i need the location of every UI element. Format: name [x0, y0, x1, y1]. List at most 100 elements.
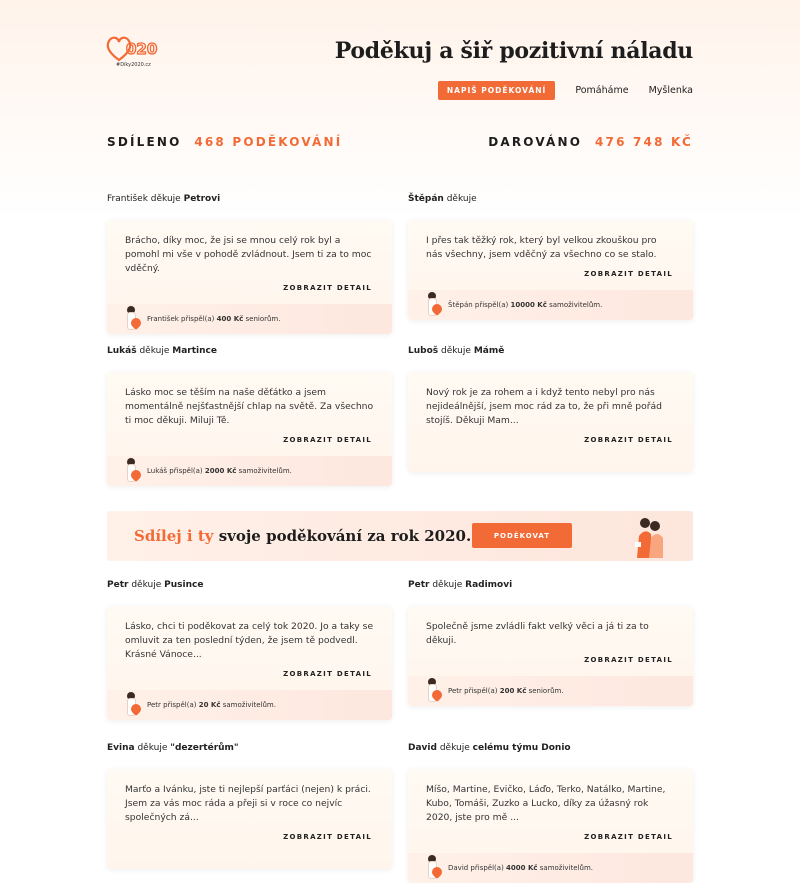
donation-text: Štěpán přispěl(a) 10000 Kč samoživitelům…	[448, 301, 603, 309]
page-title: Poděkuj a šiř pozitivní náladu	[334, 38, 694, 64]
recipient-name: Petrovi	[183, 194, 221, 204]
thanks-card[interactable]: Marťo a Ivánku, jste ti nejlepší parťáci…	[107, 769, 392, 869]
donation-text: František přispěl(a) 400 Kč seniorům.	[147, 315, 281, 323]
card-header: Petr děkuje Pusince	[107, 580, 392, 594]
card-header: František děkuje Petrovi	[107, 194, 392, 208]
card-header: Štěpán děkuje	[408, 194, 693, 208]
verb: děkuje	[137, 743, 168, 753]
verb: děkuje	[131, 580, 162, 590]
verb: děkuje	[150, 194, 181, 204]
author-name: David	[408, 743, 437, 753]
recipient-name: Martince	[172, 346, 217, 356]
verb: děkuje	[446, 194, 477, 204]
main-nav: NAPIŠ PODĚKOVÁNÍ Pomáháme Myšlenka	[437, 81, 693, 100]
donation-footer: František přispěl(a) 400 Kč seniorům.	[107, 304, 392, 334]
write-thanks-button[interactable]: NAPIŠ PODĚKOVÁNÍ	[437, 81, 556, 100]
verb: děkuje	[139, 346, 170, 356]
author-name: Petr	[408, 580, 430, 590]
donor-illustration-icon	[408, 290, 448, 320]
thanks-card[interactable]: Nový rok je za rohem a i když tento neby…	[408, 372, 693, 472]
donation-footer: David přispěl(a) 4000 Kč samoživitelům.	[408, 853, 693, 883]
recipient-name: celému týmu Donio	[472, 743, 571, 753]
logo-caption: #Díky2020.cz	[116, 62, 151, 68]
verb: děkuje	[432, 580, 463, 590]
show-detail-link[interactable]: ZOBRAZIT DETAIL	[408, 825, 693, 847]
recipient-name: Mámě	[473, 346, 505, 356]
shared-value: 468 PODĚKOVÁNÍ	[194, 135, 343, 149]
donation-text: Petr přispěl(a) 20 Kč samoživitelům.	[147, 701, 276, 709]
thanks-card-block: Evina děkuje "dezertérům" Marťo a Ivánku…	[107, 743, 392, 869]
thanks-card-block: Petr děkuje Pusince Lásko, chci ti poděk…	[107, 580, 392, 720]
donation-footer: Petr přispěl(a) 20 Kč samoživitelům.	[107, 690, 392, 720]
card-message: Lásko, chci ti poděkovat za celý tok 202…	[125, 621, 374, 660]
card-message: Míšo, Martine, Evičko, Láďo, Terko, Natá…	[426, 784, 666, 823]
thanks-card-block: David děkuje celému týmu Donio Míšo, Mar…	[408, 743, 693, 883]
card-message: Marťo a Ivánku, jste ti nejlepší parťáci…	[125, 784, 371, 823]
recipient-name: Radimovi	[465, 580, 513, 590]
card-message: Nový rok je za rohem a i když tento neby…	[426, 387, 662, 426]
show-detail-link[interactable]: ZOBRAZIT DETAIL	[408, 262, 693, 284]
shared-label: SDÍLENO	[107, 135, 182, 149]
show-detail-link[interactable]: ZOBRAZIT DETAIL	[107, 276, 392, 298]
donor-illustration-icon	[107, 304, 147, 334]
donor-illustration-icon	[408, 676, 448, 706]
thank-button[interactable]: PODĚKOVAT	[472, 523, 572, 548]
author-name: Petr	[107, 580, 129, 590]
thanks-card[interactable]: Lásko moc se těším na naše děťátko a jse…	[107, 372, 392, 486]
card-message: I přes tak těžký rok, který byl velkou z…	[426, 235, 657, 260]
show-detail-link[interactable]: ZOBRAZIT DETAIL	[107, 825, 392, 847]
donated-value: 476 748 KČ	[594, 135, 693, 149]
card-message: Brácho, díky moc, že jsi se mnou celý ro…	[125, 235, 372, 274]
card-header: David děkuje celému týmu Donio	[408, 743, 693, 757]
nav-link-myslenka[interactable]: Myšlenka	[649, 85, 693, 96]
thanks-card-block: Štěpán děkuje I přes tak těžký rok, kter…	[408, 194, 693, 320]
stats-bar: SDÍLENO 468 PODĚKOVÁNÍ DAROVÁNO 476 748 …	[107, 135, 693, 149]
donated-stat: DAROVÁNO 476 748 KČ	[488, 135, 693, 149]
donation-footer: Lukáš přispěl(a) 2000 Kč samoživitelům.	[107, 456, 392, 486]
shared-stat: SDÍLENO 468 PODĚKOVÁNÍ	[107, 135, 342, 149]
card-header: Luboš děkuje Mámě	[408, 346, 693, 360]
card-header: Lukáš děkuje Martince	[107, 346, 392, 360]
donation-text: Petr přispěl(a) 200 Kč seniorům.	[448, 687, 564, 695]
heart-2020-logo-icon: 020	[106, 36, 158, 62]
logo[interactable]: 020 #Díky2020.cz	[106, 36, 166, 70]
verb: děkuje	[439, 743, 470, 753]
donor-illustration-icon	[107, 690, 147, 720]
show-detail-link[interactable]: ZOBRAZIT DETAIL	[408, 428, 693, 450]
card-header: Petr děkuje Radimovi	[408, 580, 693, 594]
author-name: Lukáš	[107, 346, 137, 356]
donation-footer: Štěpán přispěl(a) 10000 Kč samoživitelům…	[408, 290, 693, 320]
header: 020 #Díky2020.cz Poděkuj a šiř pozitivní…	[0, 0, 800, 110]
thanks-card-block: Luboš děkuje Mámě Nový rok je za rohem a…	[408, 346, 693, 472]
card-message: Lásko moc se těším na naše děťátko a jse…	[125, 387, 374, 426]
author-name: Evina	[107, 743, 135, 753]
donor-illustration-icon	[107, 456, 147, 486]
donated-label: DAROVÁNO	[488, 135, 583, 149]
donor-illustration-icon	[408, 853, 448, 883]
verb: děkuje	[441, 346, 471, 356]
show-detail-link[interactable]: ZOBRAZIT DETAIL	[107, 662, 392, 684]
show-detail-link[interactable]: ZOBRAZIT DETAIL	[408, 648, 693, 670]
hugging-people-illustration-icon	[635, 518, 663, 558]
recipient-name: "dezertérům"	[170, 743, 239, 753]
thanks-card[interactable]: Brácho, díky moc, že jsi se mnou celý ro…	[107, 220, 392, 334]
author-name: František	[107, 194, 148, 204]
donation-footer: Petr přispěl(a) 200 Kč seniorům.	[408, 676, 693, 706]
thanks-card[interactable]: Míšo, Martine, Evičko, Láďo, Terko, Natá…	[408, 769, 693, 883]
nav-link-pomahame[interactable]: Pomáháme	[575, 85, 628, 96]
thanks-card-block: Petr děkuje Radimovi Společně jsme zvlád…	[408, 580, 693, 706]
share-banner: Sdílej i ty svoje poděkování za rok 2020…	[107, 511, 693, 561]
author-name: Luboš	[408, 346, 439, 356]
thanks-card-block: Lukáš děkuje Martince Lásko moc se těším…	[107, 346, 392, 486]
thanks-card[interactable]: Společně jsme zvládli fakt velký věci a …	[408, 606, 693, 706]
card-header: Evina děkuje "dezertérům"	[107, 743, 392, 757]
thanks-card[interactable]: Lásko, chci ti poděkovat za celý tok 202…	[107, 606, 392, 720]
svg-text:020: 020	[126, 40, 157, 58]
author-name: Štěpán	[408, 194, 444, 204]
thanks-card[interactable]: I přes tak těžký rok, který byl velkou z…	[408, 220, 693, 320]
donation-text: David přispěl(a) 4000 Kč samoživitelům.	[448, 864, 593, 872]
thanks-card-block: František děkuje Petrovi Brácho, díky mo…	[107, 194, 392, 334]
recipient-name: Pusince	[164, 580, 204, 590]
show-detail-link[interactable]: ZOBRAZIT DETAIL	[107, 428, 392, 450]
banner-headline: Sdílej i ty svoje poděkování za rok 2020…	[134, 527, 472, 545]
